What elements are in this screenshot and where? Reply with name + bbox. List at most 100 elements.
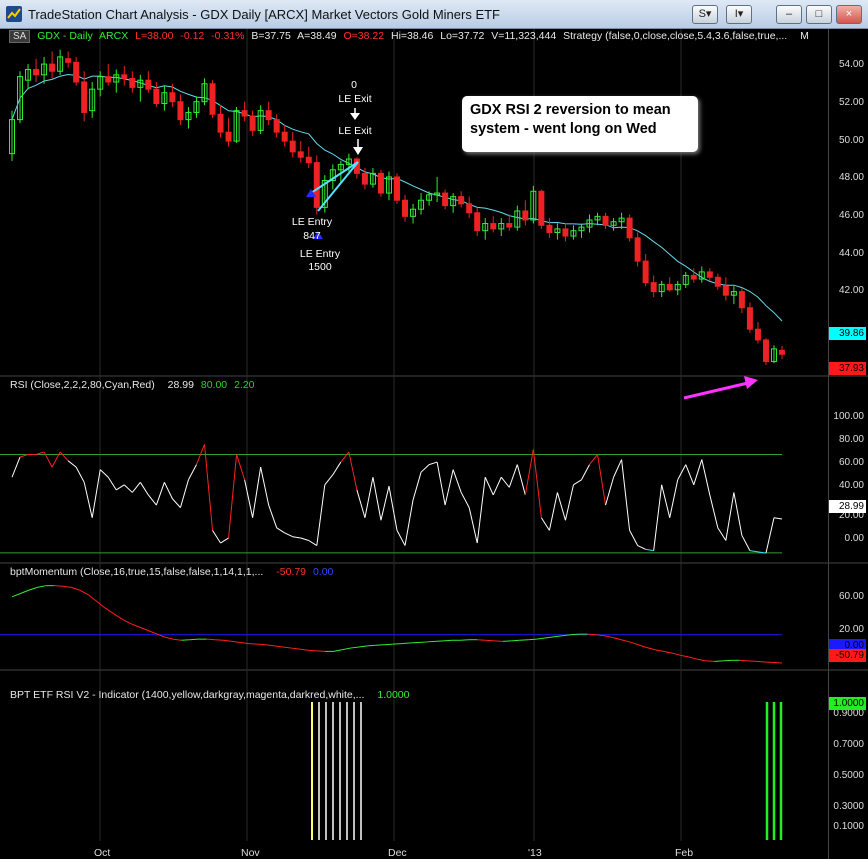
momentum-segment [11,593,21,598]
momentum-segment [358,645,368,648]
x-label-oct: Oct [94,847,111,859]
sa-badge[interactable]: SA [9,30,31,43]
rsi-segment [436,461,446,506]
momentum-segment [587,633,596,636]
avg-value-badge: 39.86 [829,327,866,340]
rsi-segment [188,464,197,481]
maximize-button[interactable]: □ [806,5,832,24]
candle-body [377,172,384,194]
momentum-line [11,585,783,664]
le-entry-qty-1: 847 [303,230,321,242]
candle-body [153,88,160,104]
indicator-link-i-button[interactable]: I▾ [726,5,752,24]
rsi-segment [717,527,727,541]
rsi-segment [741,535,751,551]
momentum-value: -50.79 [276,566,307,578]
momentum-last-badge: -50.79 [829,649,866,662]
momentum-segment [104,607,114,614]
x-label-feb: Feb [675,847,694,859]
candle-body [129,77,136,88]
candle-body [779,349,785,355]
momentum-panel-header: bptMomentum (Close,16,true,15,false,fals… [10,566,838,578]
candle-body [241,110,248,117]
minimize-button[interactable]: – [776,5,802,24]
last-price-badge: 37.93 [829,362,866,375]
rsi-segment [492,477,502,496]
candle-body [626,217,633,239]
rsi-segment [629,530,639,546]
momentum-segment [663,650,673,654]
rsi-segment [581,464,590,481]
momentum-segment [654,649,664,652]
rsi-segment [380,485,390,521]
price-tick: 44.00 [838,248,864,259]
rsi-segment [292,536,301,539]
etf-signal-bars [311,702,783,840]
x-label-dec: Dec [388,847,407,859]
rsi-ob: 80.00 [200,379,228,391]
momentum-segment [265,644,275,647]
momentum-segment [333,649,343,652]
candle-body [281,131,288,142]
momentum-segment [350,646,359,649]
momentum-segment [629,641,639,646]
momentum-tick: 20.00 [838,624,864,635]
symbol-link-s-button[interactable]: S▾ [692,5,718,24]
rsi-segment [749,550,759,553]
candle-body [73,61,80,83]
rsi-segment [540,517,550,531]
rsi-segment [532,449,542,518]
momentum-segment [308,649,317,652]
momentum-segment [392,643,402,645]
candle-body [714,276,721,287]
momentum-segment [435,640,444,642]
chart-area[interactable]: SA GDX - Daily ARCX L=38.00 -0.12 -0.31%… [0,29,868,859]
rsi-last-badge: 28.99 [829,500,866,513]
chart-canvas[interactable] [0,29,868,859]
bid-price: B=37.75 [251,30,291,42]
momentum-segment [409,641,419,644]
momentum-segment [121,618,131,624]
candle-body [177,101,184,121]
candle-body [402,199,409,217]
candle-body [458,196,465,205]
rsi-segment [452,469,462,493]
momentum-segment [138,626,148,631]
low-price: Lo=37.72 [440,30,485,42]
rsi-segment [252,467,262,518]
price-tick: 46.00 [838,210,864,221]
rsi-segment [476,477,486,544]
rsi-segment [420,464,430,473]
rsi-segment [332,461,342,475]
momentum-segment [248,643,258,645]
momentum-segment [688,656,698,660]
candle-body [746,307,753,330]
rsi-segment [460,492,470,508]
momentum-segment [502,640,512,642]
momentum-segment [79,589,89,596]
rsi-segment [573,479,582,486]
rsi-segment [412,472,422,501]
candle-body [602,215,609,226]
candle-body [466,203,473,214]
candle-body [538,190,545,226]
rsi-segment [773,517,783,520]
rsi-segment [172,498,181,508]
rsi-segment [661,484,671,518]
etf-tick: 0.1000 [833,821,864,832]
momentum-zero-value: 0.00 [312,566,334,578]
high-price: Hi=38.46 [391,30,434,42]
rsi-segment [677,464,687,481]
momentum-label: bptMomentum (Close,16,true,15,false,fals… [10,566,264,578]
window-title: TradeStation Chart Analysis - GDX Daily … [28,7,500,22]
rsi-segment [597,454,607,506]
rsi-os: 2.20 [234,379,255,391]
rsi-tick: 0.00 [844,533,864,544]
rsi-segment [260,467,270,506]
close-button[interactable]: × [836,5,862,24]
momentum-segment [697,658,706,662]
candle-body [738,291,745,309]
exit-arrow-1 [353,147,363,155]
momentum-segment [215,639,224,641]
candle-body [690,274,697,280]
